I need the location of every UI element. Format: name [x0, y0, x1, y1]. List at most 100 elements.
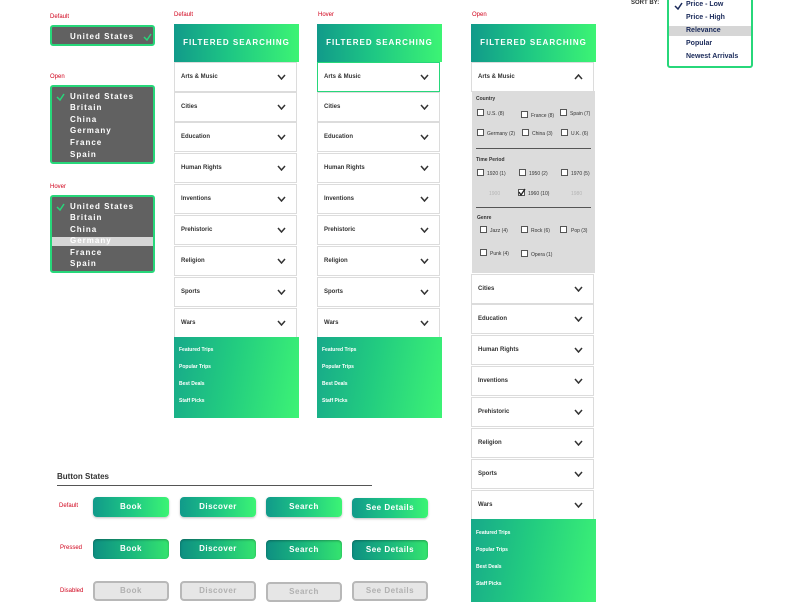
category-religion[interactable]: Religion — [471, 428, 594, 458]
dropdown-option[interactable]: China — [70, 225, 97, 234]
country-dropdown-hover[interactable]: United States Britain China Germany Fran… — [50, 195, 155, 273]
filter-footer: Featured Trips Popular Trips Best Deals … — [317, 337, 442, 418]
category-label: Inventions — [181, 196, 212, 202]
link-featured-trips[interactable]: Featured Trips — [179, 347, 213, 353]
link-popular-trips[interactable]: Popular Trips — [322, 364, 354, 370]
filter-title: FILTERED SEARCHING — [326, 38, 433, 47]
category-sports[interactable]: Sports — [317, 277, 440, 307]
sort-option[interactable]: Price - Low — [686, 1, 723, 8]
checkbox[interactable] — [521, 111, 528, 118]
dropdown-option[interactable]: United States — [70, 92, 134, 101]
see-details-button-pressed[interactable]: See Details — [352, 540, 428, 560]
link-best-deals[interactable]: Best Deals — [476, 564, 502, 570]
category-prehistoric[interactable]: Prehistoric — [317, 215, 440, 245]
sort-option-highlighted[interactable]: Relevance — [686, 27, 721, 34]
link-featured-trips[interactable]: Featured Trips — [322, 347, 356, 353]
category-arts-music[interactable]: Arts & Music — [174, 62, 297, 92]
chevron-down-icon — [277, 320, 286, 326]
category-religion[interactable]: Religion — [174, 246, 297, 276]
search-button-pressed[interactable]: Search — [266, 540, 342, 560]
checkbox-checked[interactable] — [518, 188, 526, 196]
discover-button-disabled: Discover — [180, 581, 256, 601]
filter-footer: Featured Trips Popular Trips Best Deals … — [471, 519, 596, 602]
category-sports[interactable]: Sports — [174, 277, 297, 307]
sort-dropdown[interactable]: Price - Low Price - High Relevance Popul… — [667, 0, 753, 68]
category-education[interactable]: Education — [471, 304, 594, 334]
chevron-down-icon — [574, 440, 583, 446]
category-wars[interactable]: Wars — [317, 308, 440, 338]
checkbox[interactable] — [561, 129, 568, 136]
link-staff-picks[interactable]: Staff Picks — [179, 398, 205, 404]
checkbox[interactable] — [480, 226, 487, 233]
dropdown-option[interactable]: Britain — [70, 213, 102, 222]
category-wars[interactable]: Wars — [471, 490, 594, 520]
category-inventions[interactable]: Inventions — [471, 366, 594, 396]
sort-option[interactable]: Popular — [686, 40, 712, 47]
chevron-down-icon — [420, 258, 429, 264]
link-staff-picks[interactable]: Staff Picks — [322, 398, 348, 404]
see-details-button[interactable]: See Details — [352, 498, 428, 518]
checkbox[interactable] — [560, 109, 567, 116]
book-button-pressed[interactable]: Book — [93, 539, 169, 559]
category-human-rights[interactable]: Human Rights — [317, 153, 440, 183]
discover-button[interactable]: Discover — [180, 497, 256, 517]
dropdown-option[interactable]: Spain — [70, 150, 97, 159]
dropdown-option[interactable]: France — [70, 248, 102, 257]
chevron-down-icon — [574, 502, 583, 508]
dropdown-option[interactable]: United States — [70, 202, 134, 211]
country-dropdown-open[interactable]: United States Britain China Germany Fran… — [50, 85, 155, 164]
checkbox[interactable] — [480, 249, 487, 256]
category-education[interactable]: Education — [317, 122, 440, 152]
category-wars[interactable]: Wars — [174, 308, 297, 338]
link-popular-trips[interactable]: Popular Trips — [179, 364, 211, 370]
checkbox[interactable] — [519, 169, 526, 176]
checkbox-label: Pop (3) — [571, 228, 588, 234]
sort-option[interactable]: Newest Arrivals — [686, 53, 738, 60]
dropdown-option[interactable]: China — [70, 115, 97, 124]
category-cities[interactable]: Cities — [317, 92, 440, 122]
checkbox[interactable] — [521, 250, 528, 257]
checkbox[interactable] — [522, 129, 529, 136]
category-cities[interactable]: Cities — [174, 92, 297, 122]
category-arts-music-expanded[interactable]: Arts & Music — [471, 62, 594, 92]
link-popular-trips[interactable]: Popular Trips — [476, 547, 508, 553]
sort-option[interactable]: Price - High — [686, 14, 725, 21]
link-best-deals[interactable]: Best Deals — [322, 381, 348, 387]
category-sports[interactable]: Sports — [471, 459, 594, 489]
category-religion[interactable]: Religion — [317, 246, 440, 276]
checkbox[interactable] — [561, 169, 568, 176]
category-prehistoric[interactable]: Prehistoric — [471, 397, 594, 427]
link-staff-picks[interactable]: Staff Picks — [476, 581, 502, 587]
checkbox[interactable] — [477, 169, 484, 176]
category-inventions[interactable]: Inventions — [174, 184, 297, 214]
dropdown-option-hovered[interactable]: Germany — [70, 236, 112, 245]
dropdown-option[interactable]: Spain — [70, 259, 97, 268]
category-cities[interactable]: Cities — [471, 274, 594, 304]
search-button[interactable]: Search — [266, 497, 342, 517]
checkbox-label: France (8) — [531, 113, 555, 119]
book-button[interactable]: Book — [93, 497, 169, 517]
discover-button-pressed[interactable]: Discover — [180, 539, 256, 559]
dropdown-option[interactable]: Britain — [70, 103, 102, 112]
link-featured-trips[interactable]: Featured Trips — [476, 530, 510, 536]
genre-heading: Genre — [477, 215, 492, 221]
checkbox[interactable] — [560, 226, 567, 233]
checkbox-label: U.K. (6) — [571, 131, 589, 137]
disabled-period: 1900 — [489, 191, 501, 197]
category-inventions[interactable]: Inventions — [317, 184, 440, 214]
checkbox[interactable] — [477, 109, 484, 116]
category-prehistoric[interactable]: Prehistoric — [174, 215, 297, 245]
country-dropdown-default[interactable]: United States — [50, 25, 155, 46]
checkbox[interactable] — [477, 129, 484, 136]
checkbox-label: Germany (2) — [487, 131, 516, 137]
dropdown-option[interactable]: France — [70, 138, 102, 147]
category-human-rights[interactable]: Human Rights — [174, 153, 297, 183]
checkbox-label: Opera (1) — [531, 252, 553, 258]
link-best-deals[interactable]: Best Deals — [179, 381, 205, 387]
category-human-rights[interactable]: Human Rights — [471, 335, 594, 365]
category-education[interactable]: Education — [174, 122, 297, 152]
chevron-down-icon — [277, 134, 286, 140]
checkbox[interactable] — [521, 226, 528, 233]
dropdown-option[interactable]: Germany — [70, 126, 112, 135]
category-arts-music-hovered[interactable]: Arts & Music — [317, 62, 440, 92]
